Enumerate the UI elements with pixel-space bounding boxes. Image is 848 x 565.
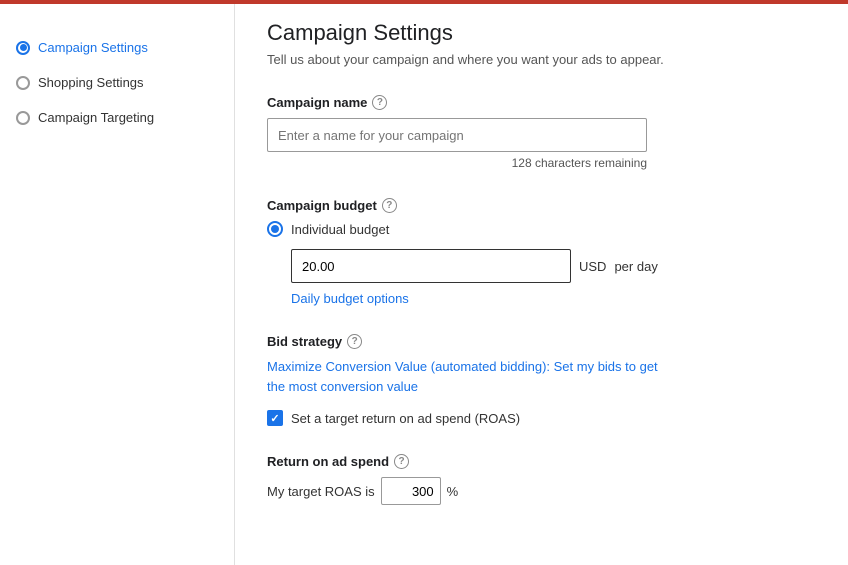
top-bar [0,0,848,4]
campaign-budget-help-icon[interactable]: ? [382,198,397,213]
roas-help-icon[interactable]: ? [394,454,409,469]
campaign-name-help-icon[interactable]: ? [372,95,387,110]
budget-per-day: per day [614,259,657,274]
sidebar-item-campaign-settings[interactable]: Campaign Settings [0,30,234,65]
page-subtitle: Tell us about your campaign and where yo… [267,52,816,67]
sidebar-label-campaign-settings: Campaign Settings [38,40,148,55]
roas-suffix: % [447,484,459,499]
individual-budget-radio[interactable] [267,221,283,237]
sidebar-label-campaign-targeting: Campaign Targeting [38,110,154,125]
sidebar-label-shopping-settings: Shopping Settings [38,75,144,90]
bid-strategy-label: Bid strategy ? [267,334,816,349]
roas-section: Return on ad spend ? My target ROAS is % [267,454,816,505]
individual-budget-radio-group: Individual budget [267,221,816,237]
campaign-budget-label: Campaign budget ? [267,198,816,213]
campaign-budget-section: Campaign budget ? Individual budget USD … [267,198,816,306]
sidebar-radio-campaign-targeting [16,111,30,125]
budget-currency: USD [579,259,606,274]
sidebar-radio-campaign-settings [16,41,30,55]
roas-checkbox-row: Set a target return on ad spend (ROAS) [267,410,816,426]
roas-prefix: My target ROAS is [267,484,375,499]
bid-strategy-section: Bid strategy ? Maximize Conversion Value… [267,334,816,426]
individual-budget-label: Individual budget [291,222,389,237]
bid-strategy-help-icon[interactable]: ? [347,334,362,349]
budget-input-row: USD per day [291,249,816,283]
roas-checkbox-label: Set a target return on ad spend (ROAS) [291,411,520,426]
sidebar-radio-shopping-settings [16,76,30,90]
roas-value-input[interactable] [381,477,441,505]
campaign-name-input[interactable] [267,118,647,152]
sidebar-item-shopping-settings[interactable]: Shopping Settings [0,65,234,100]
char-remaining: 128 characters remaining [267,156,647,170]
roas-checkbox[interactable] [267,410,283,426]
sidebar: Campaign Settings Shopping Settings Camp… [0,0,235,565]
main-content: Campaign Settings Tell us about your cam… [235,0,848,565]
bid-strategy-description: Maximize Conversion Value (automated bid… [267,357,667,396]
roas-label: Return on ad spend ? [267,454,816,469]
campaign-name-section: Campaign name ? 128 characters remaining [267,95,816,170]
sidebar-item-campaign-targeting[interactable]: Campaign Targeting [0,100,234,135]
roas-input-row: My target ROAS is % [267,477,816,505]
page-title: Campaign Settings [267,20,816,46]
budget-value-input[interactable] [291,249,571,283]
daily-budget-options-link[interactable]: Daily budget options [291,291,409,306]
campaign-name-label: Campaign name ? [267,95,816,110]
